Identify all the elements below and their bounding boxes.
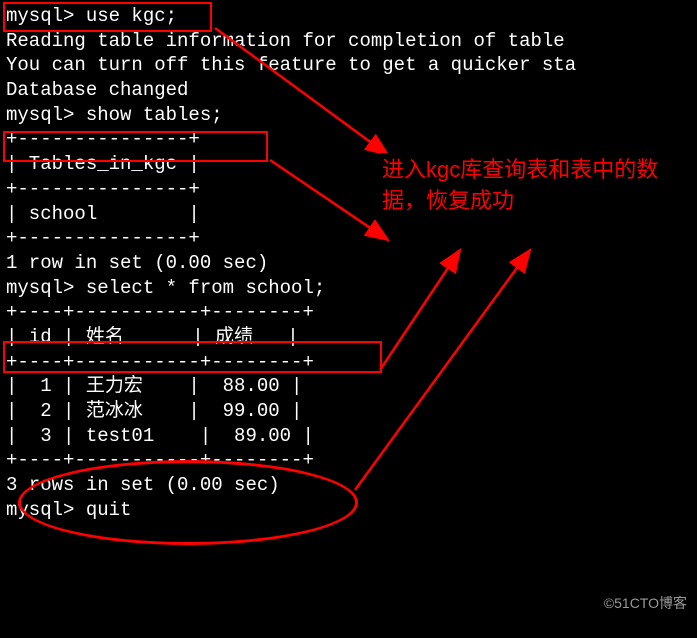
terminal-line: +---------------+ bbox=[6, 226, 691, 251]
terminal-line: mysql> show tables; bbox=[6, 103, 691, 128]
terminal-line: 1 row in set (0.00 sec) bbox=[6, 251, 691, 276]
terminal-line: 3 rows in set (0.00 sec) bbox=[6, 473, 691, 498]
terminal-line: Database changed bbox=[6, 78, 691, 103]
terminal-line: +----+-----------+--------+ bbox=[6, 300, 691, 325]
table-row: | 1 | 王力宏 | 88.00 | bbox=[6, 374, 691, 399]
terminal-line: +----+-----------+--------+ bbox=[6, 350, 691, 375]
terminal-line: +----+-----------+--------+ bbox=[6, 448, 691, 473]
terminal-line: mysql> use kgc; bbox=[6, 4, 691, 29]
table-row: | 3 | test01 | 89.00 | bbox=[6, 424, 691, 449]
terminal-line: +---------------+ bbox=[6, 127, 691, 152]
terminal-line: | id | 姓名 | 成绩 | bbox=[6, 325, 691, 350]
annotation-text: 进入kgc库查询表和表中的数据，恢复成功 bbox=[380, 153, 690, 219]
watermark: ©51CTO博客 bbox=[604, 594, 687, 612]
table-row: | 2 | 范冰冰 | 99.00 | bbox=[6, 399, 691, 424]
terminal-line: You can turn off this feature to get a q… bbox=[6, 53, 691, 78]
terminal-line: Reading table information for completion… bbox=[6, 29, 691, 54]
terminal-line: mysql> select * from school; bbox=[6, 276, 691, 301]
terminal-line: mysql> quit bbox=[6, 498, 691, 523]
